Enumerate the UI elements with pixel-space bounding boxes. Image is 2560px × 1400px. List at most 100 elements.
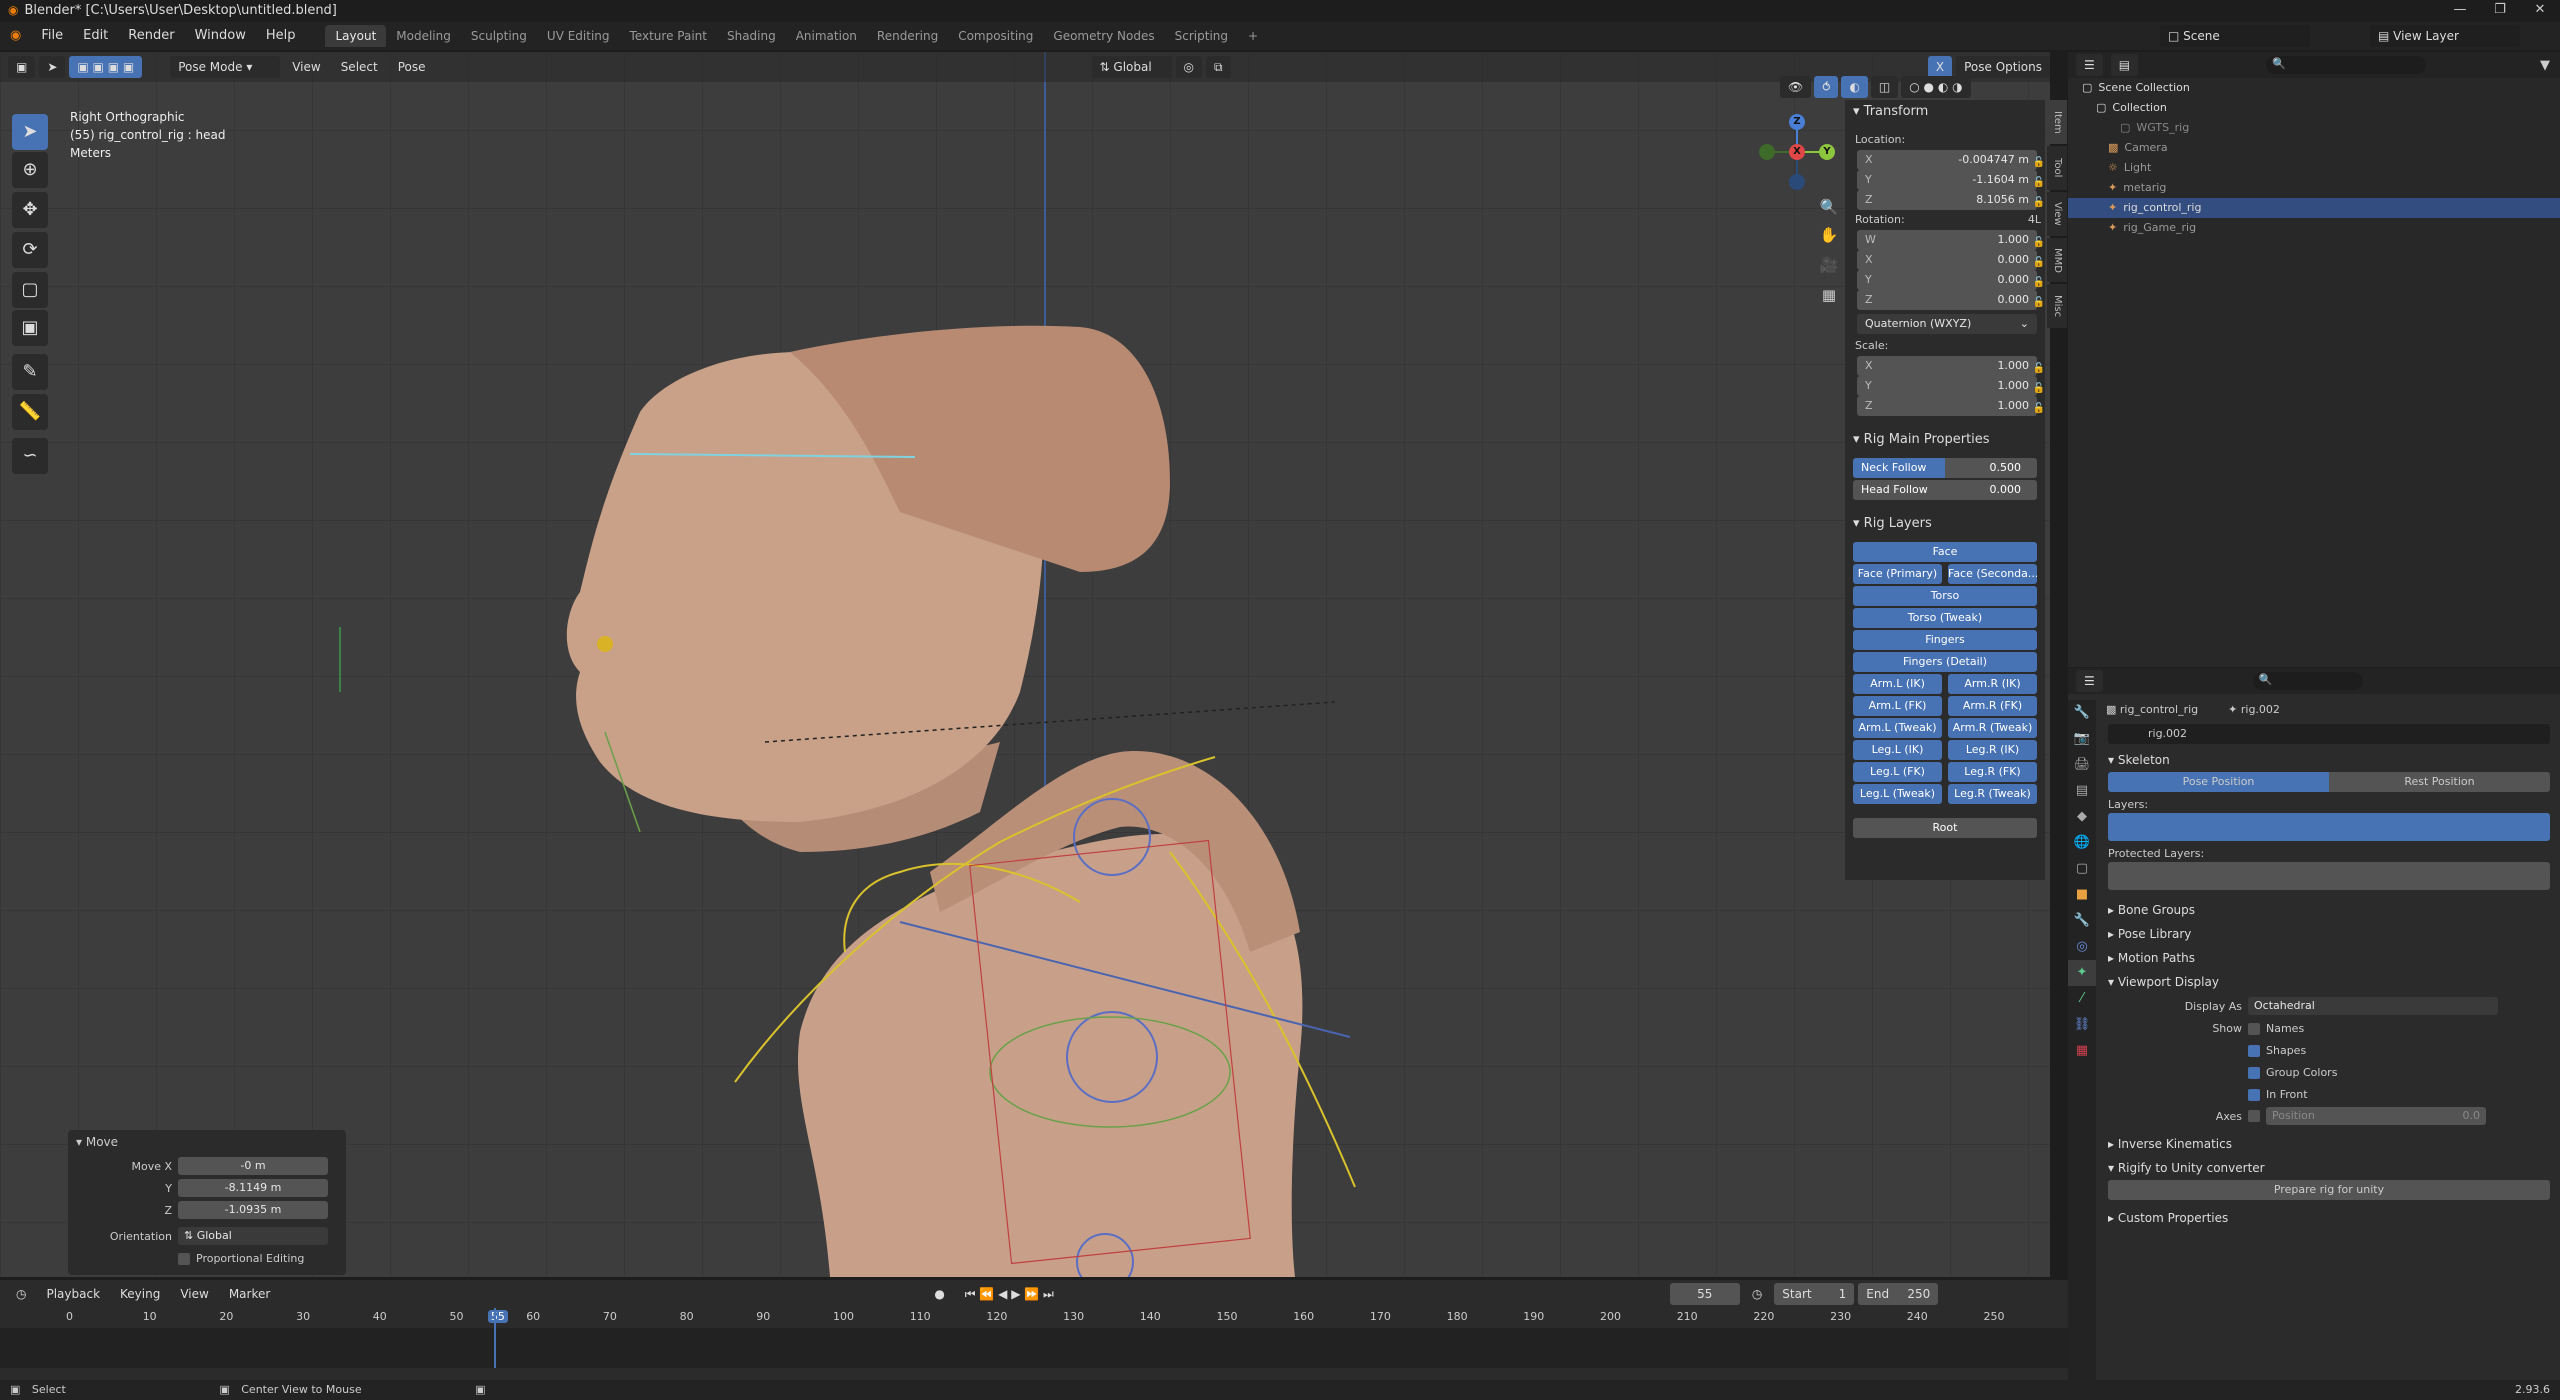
- menu-edit[interactable]: Edit: [73, 22, 118, 50]
- pivot-dropdown[interactable]: ◎: [1175, 56, 1202, 78]
- layer-leg-r-tweak-button[interactable]: Leg.R (Tweak): [1948, 784, 2037, 804]
- lock-icon[interactable]: 🔓: [2033, 399, 2045, 419]
- viewport-menu-pose[interactable]: Pose: [390, 56, 434, 78]
- zoom-icon[interactable]: 🔍: [1816, 194, 1842, 220]
- measure-tool[interactable]: 📏: [12, 394, 48, 430]
- minimize-button[interactable]: —: [2440, 0, 2480, 20]
- scale-tool[interactable]: ▢: [12, 272, 48, 308]
- pose-options-dropdown[interactable]: Pose Options: [1956, 56, 2050, 78]
- mode-dropdown[interactable]: Pose Mode ▾: [170, 56, 281, 78]
- axes-checkbox[interactable]: [2248, 1110, 2260, 1122]
- layer-arm-r-tweak-button[interactable]: Arm.R (Tweak): [1948, 718, 2037, 738]
- texture-tab-icon[interactable]: ▦: [2068, 1038, 2096, 1064]
- menu-file[interactable]: File: [31, 22, 73, 50]
- tab-shading[interactable]: Shading: [717, 25, 786, 47]
- select-tool-button[interactable]: ➤: [39, 56, 66, 78]
- lock-icon[interactable]: 🔓: [2033, 293, 2045, 313]
- collection-tab-icon[interactable]: ▢: [2068, 856, 2096, 882]
- tab-compositing[interactable]: Compositing: [948, 25, 1043, 47]
- gizmo-z-axis[interactable]: Z: [1789, 114, 1805, 130]
- sidebar-tab-item[interactable]: Item: [2047, 100, 2067, 144]
- rotate-tool[interactable]: ⟳: [12, 232, 48, 268]
- layer-arm-l-tweak-button[interactable]: Arm.L (Tweak): [1853, 718, 1942, 738]
- cursor-tool[interactable]: ⊕: [12, 152, 48, 188]
- layer-arm-r-ik-button[interactable]: Arm.R (IK): [1948, 674, 2037, 694]
- ik-section[interactable]: ▸ Inverse Kinematics: [2098, 1132, 2560, 1156]
- timeline-track[interactable]: [0, 1308, 2068, 1368]
- show-names-checkbox[interactable]: Names: [2248, 1022, 2304, 1035]
- playback-controls[interactable]: ⏮ ⏪ ◀ ▶ ⏩ ⏭: [956, 1283, 1062, 1305]
- world-tab-icon[interactable]: 🌐: [2068, 830, 2096, 856]
- skeleton-section[interactable]: ▾ Skeleton: [2098, 748, 2560, 772]
- x-ray-toggle[interactable]: X: [1927, 56, 1953, 78]
- head-follow-slider[interactable]: Head Follow 0.000: [1853, 480, 2037, 500]
- move-tool[interactable]: ✥: [12, 192, 48, 228]
- timeline-menu-view[interactable]: View: [172, 1283, 216, 1305]
- render-tab-icon[interactable]: 📷: [2068, 726, 2096, 752]
- properties-search-input[interactable]: 🔍: [2252, 672, 2363, 690]
- display-as-dropdown[interactable]: Octahedral: [2248, 997, 2498, 1015]
- gizmo-x-axis[interactable]: X: [1789, 144, 1805, 160]
- outliner-collection[interactable]: ▢ Collection: [2068, 98, 2560, 118]
- tab-sculpting[interactable]: Sculpting: [461, 25, 537, 47]
- transform-panel-header[interactable]: ▾ Transform: [1845, 100, 2045, 124]
- sidebar-tab-mmd[interactable]: MMD: [2047, 238, 2067, 282]
- show-in-front-checkbox[interactable]: In Front: [2248, 1088, 2308, 1101]
- properties-editor-type-icon[interactable]: ☰: [2076, 670, 2103, 692]
- rig-layers-panel-header[interactable]: ▾ Rig Layers: [1845, 512, 2045, 536]
- tab-animation[interactable]: Animation: [786, 25, 867, 47]
- proportional-checkbox[interactable]: Proportional Editing: [178, 1252, 304, 1265]
- menu-window[interactable]: Window: [185, 22, 256, 50]
- editor-type-button[interactable]: ▣: [8, 56, 36, 78]
- visibility-icon[interactable]: 👁: [1780, 76, 1812, 98]
- rotation-w-field[interactable]: W 1.000 🔓: [1857, 230, 2045, 250]
- move-y-field[interactable]: -8.1149 m: [178, 1179, 328, 1197]
- armature-data-field[interactable]: rig.002: [2108, 724, 2550, 744]
- tab-rendering[interactable]: Rendering: [867, 25, 948, 47]
- tab-uv-editing[interactable]: UV Editing: [537, 25, 620, 47]
- outliner-editor-type-icon[interactable]: ☰: [2076, 54, 2103, 76]
- layer-leg-r-fk-button[interactable]: Leg.R (FK): [1948, 762, 2037, 782]
- snap-toggle[interactable]: ⧉: [1206, 56, 1231, 78]
- bone-tool[interactable]: ∽: [12, 438, 48, 474]
- layer-arm-l-fk-button[interactable]: Arm.L (FK): [1853, 696, 1942, 716]
- playhead[interactable]: [493, 1308, 496, 1368]
- move-x-field[interactable]: -0 m: [178, 1157, 328, 1175]
- overlay-toggle-icon[interactable]: ◐: [1841, 76, 1868, 98]
- bone-constraint-tab-icon[interactable]: ⛓: [2068, 1012, 2096, 1038]
- bone-tab-icon[interactable]: ⁄: [2068, 986, 2096, 1012]
- rigify-converter-section[interactable]: ▾ Rigify to Unity converter: [2098, 1156, 2560, 1180]
- outliner-item-rig-control[interactable]: ✦ rig_control_rig: [2068, 198, 2560, 218]
- outliner-item-metarig[interactable]: ✦ metarig: [2068, 178, 2560, 198]
- filter-icon[interactable]: ▼: [2540, 58, 2550, 73]
- rotation-lock-tag[interactable]: 4L: [2028, 210, 2041, 230]
- rotation-z-field[interactable]: Z 0.000 🔓: [1857, 290, 2045, 310]
- custom-properties-section[interactable]: ▸ Custom Properties: [2098, 1206, 2560, 1230]
- location-x-field[interactable]: X -0.004747 m 🔓: [1857, 150, 2045, 170]
- scale-z-field[interactable]: Z 1.000 🔓: [1857, 396, 2045, 416]
- scene-selector[interactable]: □ Scene: [2160, 25, 2310, 47]
- gizmo-toggle-icon[interactable]: ⥀: [1814, 76, 1839, 98]
- scale-x-field[interactable]: X 1.000 🔓: [1857, 356, 2045, 376]
- outliner-item-light[interactable]: ☼ Light: [2068, 158, 2560, 178]
- outliner-item-wgts[interactable]: ▢ WGTS_rig: [2068, 118, 2560, 138]
- menu-help[interactable]: Help: [256, 22, 306, 50]
- clock-icon[interactable]: ◷: [1743, 1283, 1771, 1305]
- blender-menu-icon[interactable]: ◉: [0, 22, 31, 50]
- select-box-tool[interactable]: ➤: [12, 114, 48, 150]
- bone-groups-section[interactable]: ▸ Bone Groups: [2098, 898, 2560, 922]
- layer-face-primary-button[interactable]: Face (Primary): [1853, 564, 1942, 584]
- maximize-button[interactable]: ❐: [2480, 0, 2520, 20]
- outliner-search-input[interactable]: 🔍: [2266, 56, 2427, 74]
- rig-main-panel-header[interactable]: ▾ Rig Main Properties: [1845, 428, 2045, 452]
- record-button[interactable]: ●: [926, 1283, 953, 1305]
- add-workspace-button[interactable]: +: [1238, 25, 1268, 47]
- timeline-menu-marker[interactable]: Marker: [221, 1283, 278, 1305]
- show-shapes-checkbox[interactable]: Shapes: [2248, 1044, 2306, 1057]
- menu-render[interactable]: Render: [118, 22, 184, 50]
- context-object[interactable]: ▩ rig_control_rig: [2106, 703, 2198, 716]
- viewport-menu-select[interactable]: Select: [333, 56, 386, 78]
- layer-leg-r-ik-button[interactable]: Leg.R (IK): [1948, 740, 2037, 760]
- xray-icon[interactable]: ◫: [1870, 76, 1899, 98]
- layer-leg-l-fk-button[interactable]: Leg.L (FK): [1853, 762, 1942, 782]
